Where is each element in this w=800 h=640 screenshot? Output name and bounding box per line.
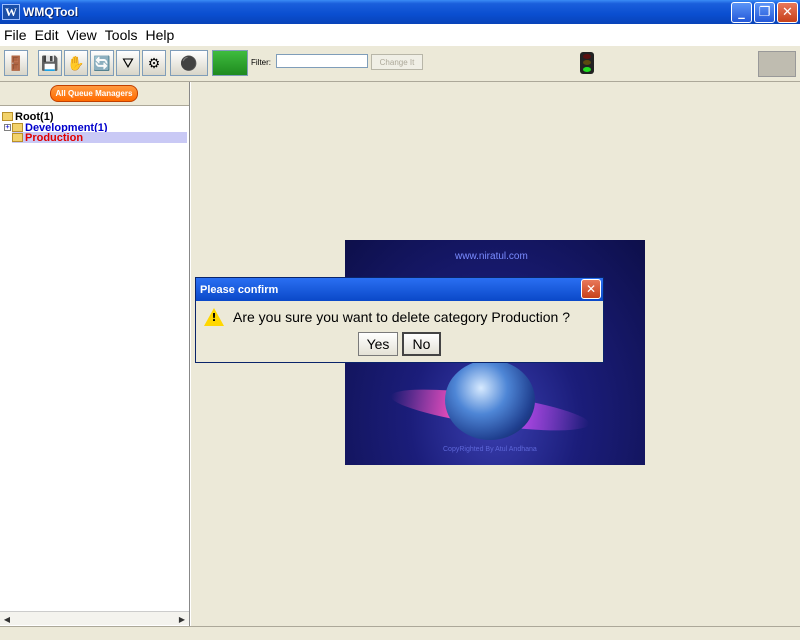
warning-exclamation: ! (211, 311, 217, 324)
refresh-icon[interactable]: 🔄 (90, 50, 114, 76)
folder-icon (12, 133, 23, 142)
left-panel-header: All Queue Managers (0, 82, 189, 106)
menu-view[interactable]: View (63, 27, 101, 43)
window-title: WMQTool (23, 5, 79, 19)
traffic-light-icon (580, 52, 594, 74)
panel-toggle-icon[interactable] (758, 51, 796, 77)
save-icon[interactable]: 💾 (38, 50, 62, 76)
scroll-right-icon[interactable]: ▶ (176, 613, 188, 625)
menu-edit[interactable]: Edit (31, 27, 63, 43)
restore-icon[interactable]: ❐ (754, 2, 775, 23)
folder-icon (2, 112, 13, 121)
menu-tools[interactable]: Tools (101, 27, 142, 43)
expand-icon[interactable]: + (4, 124, 11, 131)
horizontal-scrollbar[interactable]: ◀ ▶ (0, 611, 189, 625)
close-icon[interactable]: ✕ (777, 2, 798, 23)
status-balls-icon[interactable]: ⚫ (170, 50, 208, 76)
minimize-icon[interactable]: _ (731, 2, 752, 23)
dialog-close-icon[interactable]: ✕ (581, 279, 601, 299)
menu-file[interactable]: File (0, 27, 31, 43)
folder-icon (12, 123, 23, 132)
scroll-left-icon[interactable]: ◀ (1, 613, 13, 625)
change-it-button[interactable]: Change It (371, 54, 423, 70)
tree-item-root[interactable]: Root(1) (2, 111, 54, 123)
no-button[interactable]: No (402, 332, 441, 356)
panel-splitter[interactable] (190, 82, 194, 640)
window-controls: _ ❐ ✕ (731, 2, 798, 23)
hand-icon[interactable]: ✋ (64, 50, 88, 76)
toolbar: 🚪 💾 ✋ 🔄 ⛛ ⚙ ⚫ Filter: Change It (0, 46, 800, 82)
dialog-message: Are you sure you want to delete category… (233, 309, 570, 325)
menu-bar: File Edit View Tools Help (0, 24, 800, 46)
globe-image (445, 360, 535, 440)
all-queue-managers-button[interactable]: All Queue Managers (50, 85, 138, 102)
filter-input[interactable] (276, 54, 368, 68)
splash-url: www.niratul.com (455, 251, 528, 262)
gear-icon[interactable]: ⚙ (142, 50, 166, 76)
dialog-title-bar: Please confirm ✕ (196, 278, 603, 301)
app-icon: W (2, 4, 20, 20)
yes-button[interactable]: Yes (358, 332, 398, 356)
tree-item-production[interactable]: Production (12, 131, 187, 144)
exit-door-icon[interactable]: 🚪 (4, 50, 28, 76)
status-bar (0, 626, 800, 640)
filter-label: Filter: (251, 58, 271, 67)
dialog-title: Please confirm (200, 283, 279, 296)
left-panel: All Queue Managers Root(1) + Development… (0, 82, 190, 640)
splash-copyright: CopyRighted By Atul Andhana (443, 446, 537, 453)
tree-label-production: Production (25, 131, 84, 144)
menu-help[interactable]: Help (141, 27, 178, 43)
title-bar: W WMQTool _ ❐ ✕ (0, 0, 800, 24)
confirm-dialog: Please confirm ✕ ! Are you sure you want… (195, 277, 604, 363)
filter-funnel-icon[interactable]: ⛛ (116, 50, 140, 76)
chart-monitor-icon[interactable] (212, 50, 248, 76)
